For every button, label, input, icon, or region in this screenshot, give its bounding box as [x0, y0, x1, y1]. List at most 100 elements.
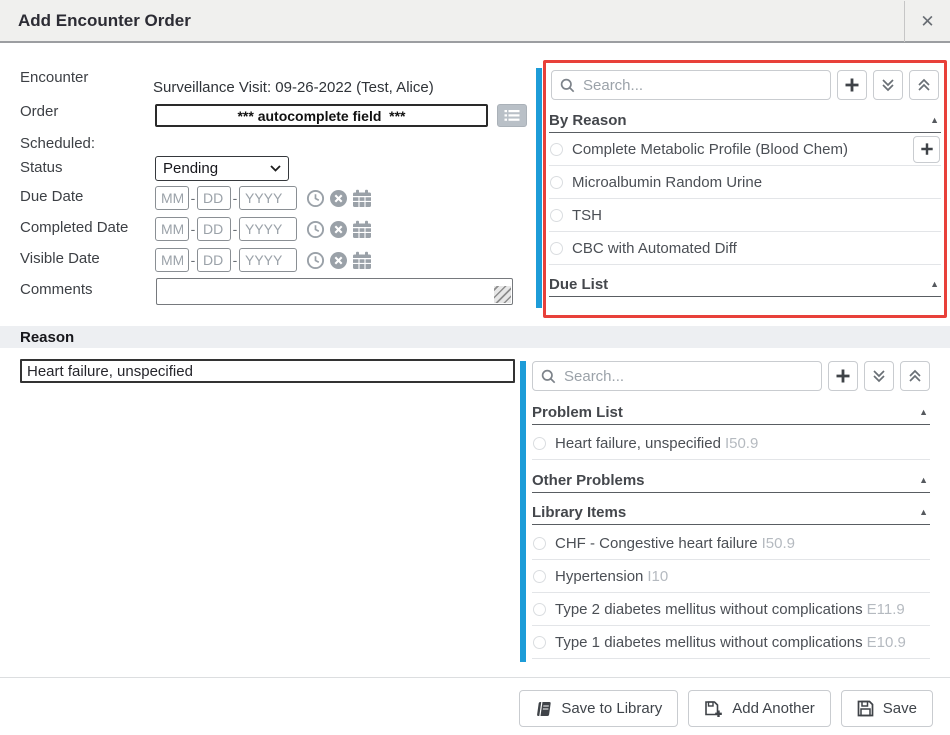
radio-icon[interactable]	[533, 570, 546, 583]
close-button[interactable]: ✕	[904, 1, 950, 42]
order-item-label: CBC with Automated Diff	[572, 240, 737, 257]
calendar-icon[interactable]	[352, 251, 372, 270]
order-item[interactable]: Complete Metabolic Profile (Blood Chem)	[549, 133, 941, 166]
radio-icon[interactable]	[550, 242, 563, 255]
add-item-button[interactable]	[913, 136, 940, 163]
double-chevron-down-icon	[871, 368, 887, 384]
reason-search-input[interactable]	[562, 367, 813, 386]
library-item[interactable]: CHF - Congestive heart failureI50.9	[532, 527, 930, 560]
save-plus-icon	[704, 700, 723, 718]
expand-all-button[interactable]	[864, 361, 894, 391]
save-to-library-button[interactable]: Save to Library	[519, 690, 678, 727]
page-title: Add Encounter Order	[18, 11, 191, 31]
collapse-all-button[interactable]	[900, 361, 930, 391]
clock-icon[interactable]	[306, 189, 325, 208]
status-label: Status	[20, 159, 63, 176]
expand-all-button[interactable]	[873, 70, 903, 100]
add-reason-button[interactable]	[828, 361, 858, 391]
add-another-button[interactable]: Add Another	[688, 690, 831, 727]
visible-date-label: Visible Date	[20, 250, 100, 267]
comments-label: Comments	[20, 281, 93, 298]
clock-icon[interactable]	[306, 220, 325, 239]
footer-actions: Save to Library Add Another Save	[519, 690, 933, 727]
order-panel-accent-bar	[536, 68, 542, 308]
reason-input[interactable]	[20, 359, 515, 383]
search-icon	[541, 369, 556, 384]
completed-date-month-input[interactable]	[155, 217, 189, 241]
book-icon	[535, 701, 552, 717]
plus-icon	[844, 77, 860, 93]
due-date-month-input[interactable]	[155, 186, 189, 210]
plus-icon	[920, 142, 934, 156]
problem-list-section-header: Problem List ▲	[532, 400, 930, 425]
library-item[interactable]: HypertensionI10	[532, 560, 930, 593]
library-item[interactable]: Type 2 diabetes mellitus without complic…	[532, 593, 930, 626]
order-item[interactable]: CBC with Automated Diff	[549, 232, 941, 265]
order-item[interactable]: TSH	[549, 199, 941, 232]
visible-date-day-input[interactable]	[197, 248, 231, 272]
completed-date-label: Completed Date	[20, 219, 128, 236]
encounter-value: Surveillance Visit: 09-26-2022 (Test, Al…	[153, 79, 434, 96]
radio-icon[interactable]	[550, 176, 563, 189]
radio-icon[interactable]	[533, 603, 546, 616]
status-select[interactable]: Pending	[155, 156, 289, 181]
order-search-row	[551, 70, 939, 100]
radio-icon[interactable]	[550, 143, 563, 156]
library-items-label: Library Items	[532, 504, 626, 521]
clear-date-icon[interactable]	[329, 189, 348, 208]
collapse-section-icon[interactable]: ▲	[919, 475, 930, 485]
date-separator: -	[231, 190, 239, 206]
due-date-day-input[interactable]	[197, 186, 231, 210]
collapse-section-icon[interactable]: ▲	[919, 507, 930, 517]
order-search-input[interactable]	[581, 76, 822, 95]
radio-icon[interactable]	[550, 209, 563, 222]
order-lookup-button[interactable]	[497, 104, 527, 127]
due-list-label: Due List	[549, 276, 608, 293]
reason-search-row	[532, 361, 930, 391]
collapse-section-icon[interactable]: ▲	[919, 407, 930, 417]
due-list-section-header: Due List ▲	[549, 272, 941, 297]
order-item[interactable]: Microalbumin Random Urine	[549, 166, 941, 199]
library-items-section-header: Library Items ▲	[532, 500, 930, 525]
reason-panel-accent-bar	[520, 361, 526, 662]
resize-handle[interactable]	[494, 286, 511, 303]
due-date-year-input[interactable]	[239, 186, 297, 210]
clear-date-icon[interactable]	[329, 220, 348, 239]
save-icon	[857, 700, 874, 717]
completed-date-row: - -	[155, 217, 372, 241]
order-label: Order	[20, 103, 58, 120]
reason-search-field[interactable]	[532, 361, 822, 391]
encounter-label: Encounter	[20, 69, 88, 86]
comments-input[interactable]	[156, 278, 513, 305]
by-reason-label: By Reason	[549, 112, 627, 129]
collapse-section-icon[interactable]: ▲	[930, 115, 941, 125]
save-button[interactable]: Save	[841, 690, 933, 727]
completed-date-day-input[interactable]	[197, 217, 231, 241]
visible-date-year-input[interactable]	[239, 248, 297, 272]
library-item[interactable]: Type 1 diabetes mellitus without complic…	[532, 626, 930, 659]
calendar-icon[interactable]	[352, 189, 372, 208]
clock-icon[interactable]	[306, 251, 325, 270]
other-problems-label: Other Problems	[532, 472, 645, 489]
library-item-label: Type 2 diabetes mellitus without complic…	[555, 601, 905, 618]
radio-icon[interactable]	[533, 437, 546, 450]
order-item-label: Microalbumin Random Urine	[572, 174, 762, 191]
visible-date-month-input[interactable]	[155, 248, 189, 272]
dialog-titlebar: Add Encounter Order	[0, 0, 950, 43]
save-label: Save	[883, 700, 917, 717]
add-another-label: Add Another	[732, 700, 815, 717]
problem-item[interactable]: Heart failure, unspecifiedI50.9	[532, 427, 930, 460]
clear-date-icon[interactable]	[329, 251, 348, 270]
calendar-icon[interactable]	[352, 220, 372, 239]
add-order-button[interactable]	[837, 70, 867, 100]
order-search-field[interactable]	[551, 70, 831, 100]
date-separator: -	[189, 221, 197, 237]
order-autocomplete-input[interactable]	[155, 104, 488, 127]
radio-icon[interactable]	[533, 537, 546, 550]
visible-date-row: - -	[155, 248, 372, 272]
completed-date-year-input[interactable]	[239, 217, 297, 241]
collapse-all-button[interactable]	[909, 70, 939, 100]
radio-icon[interactable]	[533, 636, 546, 649]
collapse-section-icon[interactable]: ▲	[930, 279, 941, 289]
diagnosis-code: I50.9	[762, 535, 795, 552]
